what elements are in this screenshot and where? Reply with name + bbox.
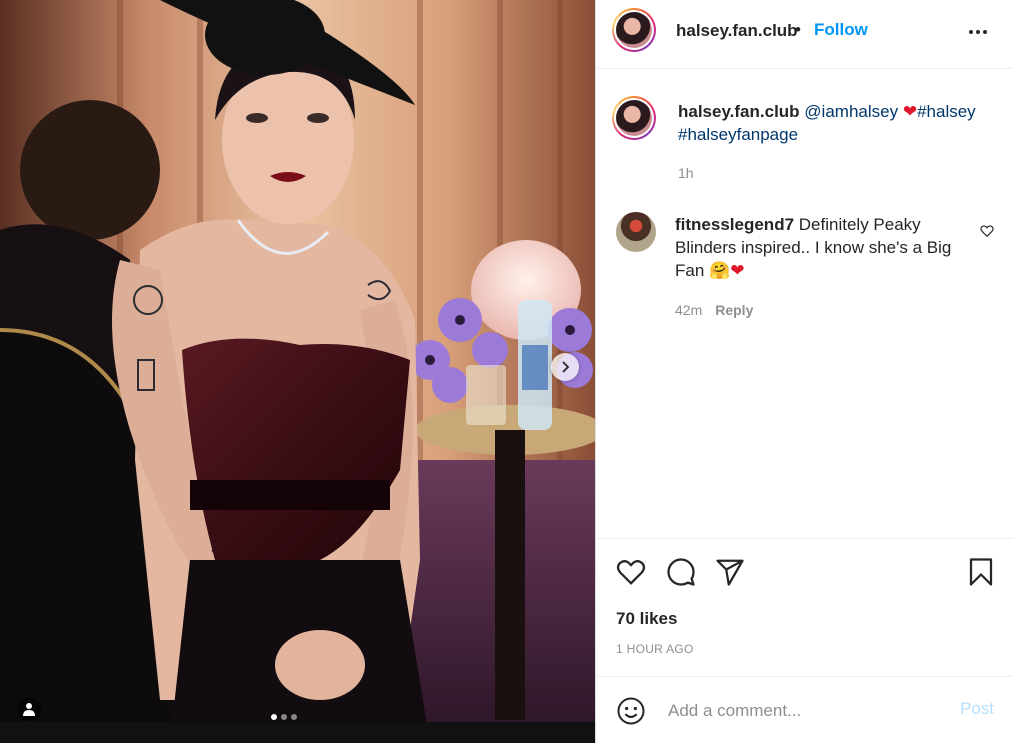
post-photo[interactable] [0,0,595,743]
author-avatar[interactable] [612,8,656,52]
hashtag-link[interactable]: #halsey [917,102,976,121]
chevron-right-icon [562,361,570,373]
carousel-dot [281,714,287,720]
heart-icon[interactable] [616,557,646,587]
photo-bottom-bar [0,722,595,743]
caption-time[interactable]: 1h [678,165,694,181]
carousel-dot [271,714,277,720]
user-tag-icon [23,703,35,716]
bookmark-icon[interactable] [966,557,996,587]
more-options-button[interactable] [966,22,990,42]
heart-icon[interactable] [980,224,994,238]
more-icon [969,30,973,34]
comment-time[interactable]: 42m [675,302,702,318]
comment-icon[interactable] [666,557,696,587]
photo-scene [0,0,595,743]
post-side-panel: halsey.fan.club • Follow halsey.fan.club… [595,0,1013,743]
caption-text: halsey.fan.club @iamhalsey ❤#halsey #hal… [678,100,998,146]
carousel-indicator [271,714,297,720]
reply-button[interactable]: Reply [715,302,753,318]
caption-avatar[interactable] [612,96,656,140]
post-timestamp[interactable]: 1 HOUR AGO [616,642,694,656]
action-bar [596,538,1013,586]
hashtag-link[interactable]: #halseyfanpage [678,125,798,144]
post-dialog: halsey.fan.club • Follow halsey.fan.club… [0,0,1013,743]
heart-emoji: ❤ [902,102,918,121]
heart-emoji: ❤ [730,261,745,280]
carousel-dot [291,714,297,720]
add-comment-bar: Post [596,676,1013,744]
post-comment-button[interactable]: Post [960,699,994,719]
avatar-image [616,100,652,136]
commenter-avatar[interactable] [616,212,656,252]
author-username[interactable]: halsey.fan.club [676,21,798,41]
share-icon[interactable] [715,557,745,587]
like-count[interactable]: 70 likes [616,609,677,629]
carousel-next-button[interactable] [551,353,579,381]
post-header: halsey.fan.club • Follow [596,0,1013,69]
follow-button[interactable]: Follow [814,20,868,40]
avatar-image [616,12,652,48]
user-tag-button[interactable] [17,697,41,721]
mention-link[interactable]: @iamhalsey [804,102,898,121]
emoji-icon[interactable] [616,696,646,726]
comment-meta: 42m Reply [675,302,753,318]
comment-text: fitnesslegend7 Definitely Peaky Blinders… [675,213,965,282]
separator-dot: • [795,20,801,39]
hug-emoji: 🤗 [709,261,731,280]
commenter-username[interactable]: fitnesslegend7 [675,215,794,234]
comment-input[interactable] [666,697,940,725]
caption-username[interactable]: halsey.fan.club [678,102,800,121]
